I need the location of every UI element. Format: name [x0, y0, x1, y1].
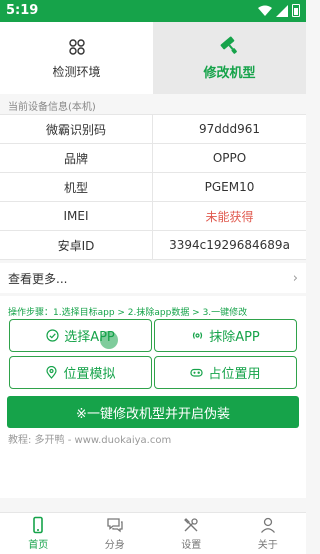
table-row: 机型 PGEM10	[0, 173, 306, 202]
info-value: PGEM10	[204, 180, 255, 194]
info-key: IMEI	[0, 202, 153, 230]
one-click-modify-button[interactable]: ※一键修改机型并开启伪装	[7, 396, 299, 428]
nav-label: 设置	[181, 540, 202, 551]
chat-icon	[107, 518, 123, 533]
location-mock-button[interactable]: 位置模拟	[9, 356, 152, 389]
button-label: 抹除APP	[209, 330, 260, 345]
phone-icon	[33, 516, 44, 534]
tab-label: 修改机型	[203, 65, 256, 81]
tab-label: 检测环境	[52, 64, 101, 79]
info-key: 品牌	[0, 144, 153, 172]
battery-icon	[292, 4, 300, 17]
info-value: 97ddd961	[198, 122, 261, 136]
touch-indicator	[100, 331, 118, 349]
erase-app-button[interactable]: 抹除APP	[154, 319, 297, 352]
info-value: 未能获得	[205, 209, 254, 224]
bottom-nav: 首页 分身 设置 关于	[0, 512, 306, 554]
chevron-right-icon: ›	[292, 270, 298, 286]
table-row: IMEI 未能获得	[0, 202, 306, 231]
table-row: 安卓ID 3394c1929684689a	[0, 231, 306, 260]
select-app-button[interactable]: 选择APP	[9, 319, 152, 352]
section-title: 当前设备信息(本机)	[8, 102, 96, 113]
wifi-icon	[258, 5, 272, 16]
tools-icon	[184, 518, 198, 532]
gamepad-icon	[190, 368, 204, 377]
status-time: 5:19	[6, 3, 39, 18]
nav-clone[interactable]: 分身	[77, 513, 154, 554]
user-icon	[260, 517, 275, 533]
table-row: 微霸识别码 97ddd961	[0, 115, 306, 144]
nav-home[interactable]: 首页	[0, 513, 77, 554]
grid-icon	[68, 38, 85, 55]
nav-about[interactable]: 关于	[230, 513, 307, 554]
placeholder-button[interactable]: 占位置用	[154, 356, 297, 389]
location-pin-icon	[46, 366, 58, 379]
broadcast-icon	[193, 332, 203, 339]
top-tabs: 检测环境 修改机型	[0, 22, 306, 94]
nav-settings[interactable]: 设置	[153, 513, 230, 554]
info-value: OPPO	[212, 151, 247, 165]
status-icons	[258, 4, 300, 17]
tutorial-link[interactable]: 教程: 多开鸭 - www.duokaiya.com	[8, 431, 171, 446]
status-bar: 5:19	[0, 0, 306, 22]
paint-roller-icon	[220, 36, 237, 54]
action-panel: 操作步骤：1.选择目标app > 2.抹除app数据 > 3.一键修改 选择AP…	[0, 296, 306, 498]
nav-label: 关于	[257, 540, 278, 551]
tab-modify-model[interactable]: 修改机型	[153, 22, 306, 94]
button-label: 占位置用	[208, 367, 261, 382]
steps-text: 操作步骤：1.选择目标app > 2.抹除app数据 > 3.一键修改	[8, 308, 248, 318]
info-key: 机型	[0, 173, 153, 201]
nav-label: 首页	[28, 540, 49, 551]
device-info-table: 微霸识别码 97ddd961 品牌 OPPO 机型 PGEM10 IMEI 未能…	[0, 114, 306, 260]
info-value: 3394c1929684689a	[169, 238, 290, 252]
nav-label: 分身	[104, 540, 125, 551]
tab-detect-environment[interactable]: 检测环境	[0, 22, 153, 94]
info-key: 安卓ID	[0, 231, 153, 259]
view-more-label: 查看更多...	[8, 271, 68, 286]
signal-icon	[276, 4, 288, 17]
check-circle-icon	[46, 329, 59, 342]
view-more-row[interactable]: 查看更多... ›	[0, 263, 306, 293]
info-key: 微霸识别码	[0, 115, 153, 143]
button-label: 位置模拟	[63, 367, 116, 382]
table-row: 品牌 OPPO	[0, 144, 306, 173]
